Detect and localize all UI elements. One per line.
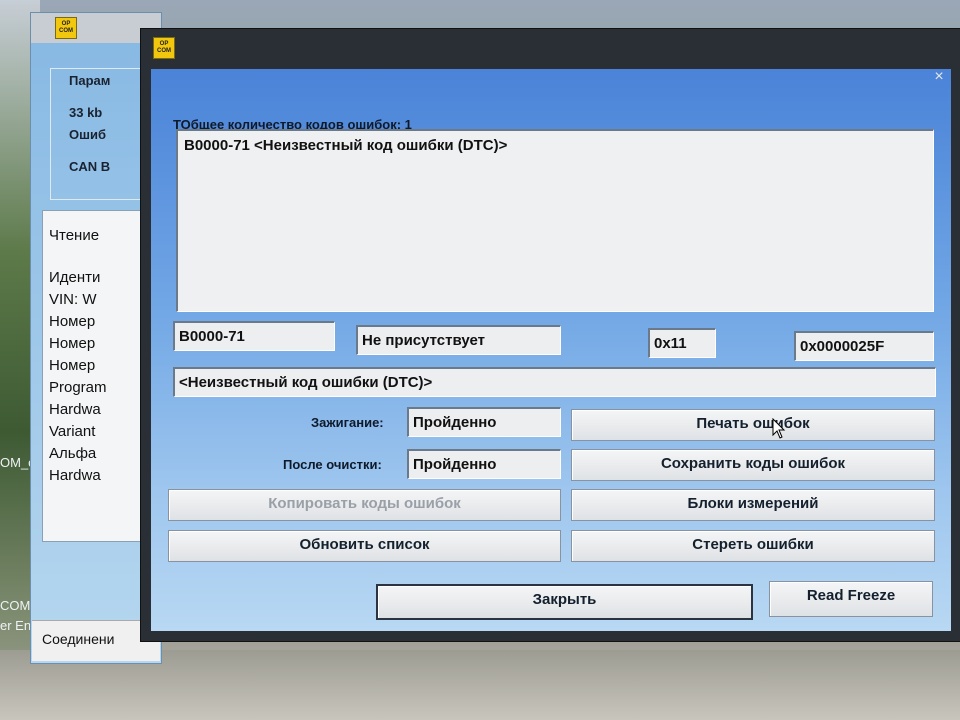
list-item[interactable]: Чтение xyxy=(49,227,99,244)
save-codes-button[interactable]: Сохранить коды ошибок xyxy=(571,449,935,481)
list-item[interactable]: Variant xyxy=(49,423,95,440)
close-icon[interactable]: × xyxy=(929,67,949,87)
ignition-field: Пройденно xyxy=(407,407,561,437)
status-text: Соединени xyxy=(42,631,115,647)
list-item[interactable]: Номер xyxy=(49,335,95,352)
print-errors-button[interactable]: Печать ошибок xyxy=(571,409,935,441)
after-clear-field: Пройденно xyxy=(407,449,561,479)
list-item[interactable]: Hardwa xyxy=(49,401,101,418)
dtc-dialog-window[interactable]: OP COM ТОбщее количество кодов ошибок: 1… xyxy=(140,28,960,642)
desktop-icon-label: COM xyxy=(0,598,31,613)
ignition-label: Зажигание: xyxy=(311,415,384,430)
after-clear-value: Пройденно xyxy=(413,456,497,473)
list-item[interactable]: Иденти xyxy=(49,269,100,286)
list-item[interactable]: Альфа xyxy=(49,445,96,462)
hex2-value: 0x0000025F xyxy=(800,338,885,355)
list-item[interactable]: Hardwa xyxy=(49,467,101,484)
dtc-list[interactable]: B0000-71 <Неизвестный код ошибки (DTC)> xyxy=(176,129,934,312)
group-line: 33 kb xyxy=(69,105,103,120)
refresh-list-button[interactable]: Обновить список xyxy=(168,530,561,562)
close-button[interactable]: Закрыть xyxy=(376,584,753,620)
measuring-blocks-button[interactable]: Блоки измерений xyxy=(571,489,935,521)
copy-codes-button[interactable]: Копировать коды ошибок xyxy=(168,489,561,521)
group-line: Ошиб xyxy=(69,127,106,142)
list-item[interactable]: VIN: W xyxy=(49,291,97,308)
mouse-cursor-icon xyxy=(772,418,786,439)
ignition-value: Пройденно xyxy=(413,414,497,431)
desktop-icon-label: er En xyxy=(0,618,32,633)
dtc-code-value: B0000-71 xyxy=(179,328,245,345)
opcom-app-icon: OP COM xyxy=(55,17,77,39)
hex1-value: 0x11 xyxy=(654,335,687,352)
hex2-field: 0x0000025F xyxy=(794,331,934,361)
group-line: CAN B xyxy=(69,159,111,174)
opcom-app-icon: OP COM xyxy=(153,37,175,59)
dtc-description-field: <Неизвестный код ошибки (DTC)> xyxy=(173,367,936,397)
after-clear-label: После очистки: xyxy=(283,457,382,472)
dtc-list-item[interactable]: B0000-71 <Неизвестный код ошибки (DTC)> xyxy=(184,137,507,154)
dtc-status-field: Не присутствует xyxy=(356,325,561,355)
list-item[interactable]: Номер xyxy=(49,357,95,374)
dialog-titlebar[interactable]: OP COM xyxy=(141,29,960,69)
hex1-field: 0x11 xyxy=(648,328,716,358)
group-line: Парам xyxy=(69,73,111,88)
list-item[interactable]: Program xyxy=(49,379,107,396)
read-freeze-button[interactable]: Read Freeze xyxy=(769,581,933,617)
list-item[interactable]: Номер xyxy=(49,313,95,330)
dtc-status-value: Не присутствует xyxy=(362,332,485,349)
dtc-description-value: <Неизвестный код ошибки (DTC)> xyxy=(179,374,433,391)
dtc-code-field: B0000-71 xyxy=(173,321,335,351)
erase-errors-button[interactable]: Стереть ошибки xyxy=(571,530,935,562)
dialog-client-area: ТОбщее количество кодов ошибок: 1 B0000-… xyxy=(151,69,951,631)
